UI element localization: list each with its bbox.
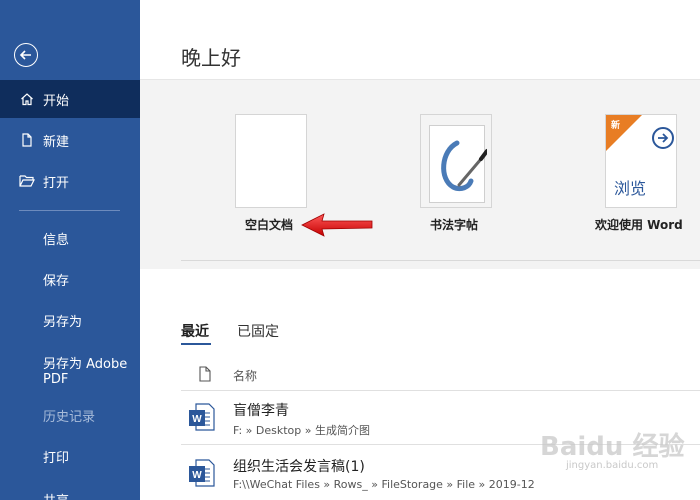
template-blank-document[interactable]: 空白文档	[235, 114, 307, 232]
annotation-arrow-icon	[301, 213, 373, 237]
new-document-icon	[19, 132, 35, 148]
file-name: 盲僧李青	[233, 403, 289, 419]
template-thumbnail	[420, 114, 492, 208]
sidebar-item-history: 历史记录	[0, 396, 140, 434]
page-title: 晚上好	[181, 46, 241, 70]
arrow-right-icon	[652, 127, 674, 149]
sidebar-item-label: 打开	[43, 175, 70, 191]
svg-text:W: W	[192, 470, 202, 481]
sidebar-item-home[interactable]: 开始	[0, 80, 140, 118]
backstage-sidebar: 开始 新建 打开 信息 保存 另存为 另存为 Adobe PDF 历史记录 打印…	[0, 0, 140, 500]
sidebar-divider	[19, 210, 120, 211]
sidebar-item-open[interactable]: 打开	[0, 162, 140, 200]
template-label: 书法字帖	[430, 218, 479, 232]
sidebar-item-info[interactable]: 信息	[0, 219, 140, 257]
file-path: F:\\WeChat Files » Rows_ » FileStorage »…	[233, 478, 535, 491]
document-icon	[198, 366, 212, 386]
sidebar-item-label: 新建	[43, 134, 70, 150]
sidebar-item-share[interactable]: 共享	[0, 480, 140, 500]
sidebar-item-save[interactable]: 保存	[0, 260, 140, 298]
open-folder-icon	[19, 173, 35, 189]
watermark-url: jingyan.baidu.com	[566, 460, 659, 471]
template-calligraphy[interactable]: 书法字帖	[420, 114, 492, 232]
sidebar-item-print[interactable]: 打印	[0, 437, 140, 475]
header-divider	[140, 79, 700, 80]
sidebar-item-label: 共享	[43, 490, 69, 500]
watermark-text: Baidu 经验	[540, 432, 685, 462]
back-arrow-icon[interactable]	[14, 43, 38, 67]
list-divider	[181, 390, 700, 391]
baidu-jingyan-watermark: Baidu 经验 jingyan.baidu.com	[540, 426, 690, 492]
column-name-header[interactable]: 名称	[233, 367, 257, 384]
file-list-header: 名称	[140, 358, 700, 390]
sidebar-item-label: 信息	[43, 232, 70, 248]
new-badge-label: 新	[611, 121, 621, 131]
template-label: 空白文档	[245, 218, 294, 232]
file-name: 组织生活会发言稿(1)	[233, 459, 365, 475]
sidebar-item-save-as-pdf[interactable]: 另存为 Adobe PDF	[0, 350, 130, 394]
calligraphy-brush-icon	[441, 140, 487, 192]
templates-divider	[181, 260, 700, 261]
file-path: F: » Desktop » 生成简介图	[233, 424, 370, 437]
template-thumbnail: 新 浏览	[605, 114, 677, 208]
template-label: 欢迎使用 Word	[595, 218, 683, 232]
word-file-icon: W	[189, 459, 215, 487]
home-icon	[19, 91, 35, 107]
template-thumbnail	[235, 114, 307, 208]
sidebar-item-label: 开始	[43, 93, 70, 109]
sidebar-item-label: 保存	[43, 273, 70, 289]
sidebar-item-label: 另存为	[43, 314, 83, 330]
tab-pinned[interactable]: 已固定	[237, 321, 279, 341]
tab-active-indicator	[181, 343, 211, 345]
tab-recent[interactable]: 最近	[181, 321, 209, 341]
sidebar-item-new[interactable]: 新建	[0, 121, 140, 159]
word-file-icon: W	[189, 403, 215, 431]
template-welcome-word[interactable]: 新 浏览 欢迎使用 Word	[595, 114, 683, 232]
svg-text:W: W	[192, 414, 202, 425]
sidebar-item-save-as[interactable]: 另存为	[0, 301, 140, 339]
sidebar-item-label: 另存为 Adobe PDF	[43, 357, 128, 387]
sidebar-item-label: 历史记录	[43, 409, 96, 425]
sidebar-item-label: 打印	[43, 450, 70, 466]
browse-label: 浏览	[614, 179, 647, 198]
